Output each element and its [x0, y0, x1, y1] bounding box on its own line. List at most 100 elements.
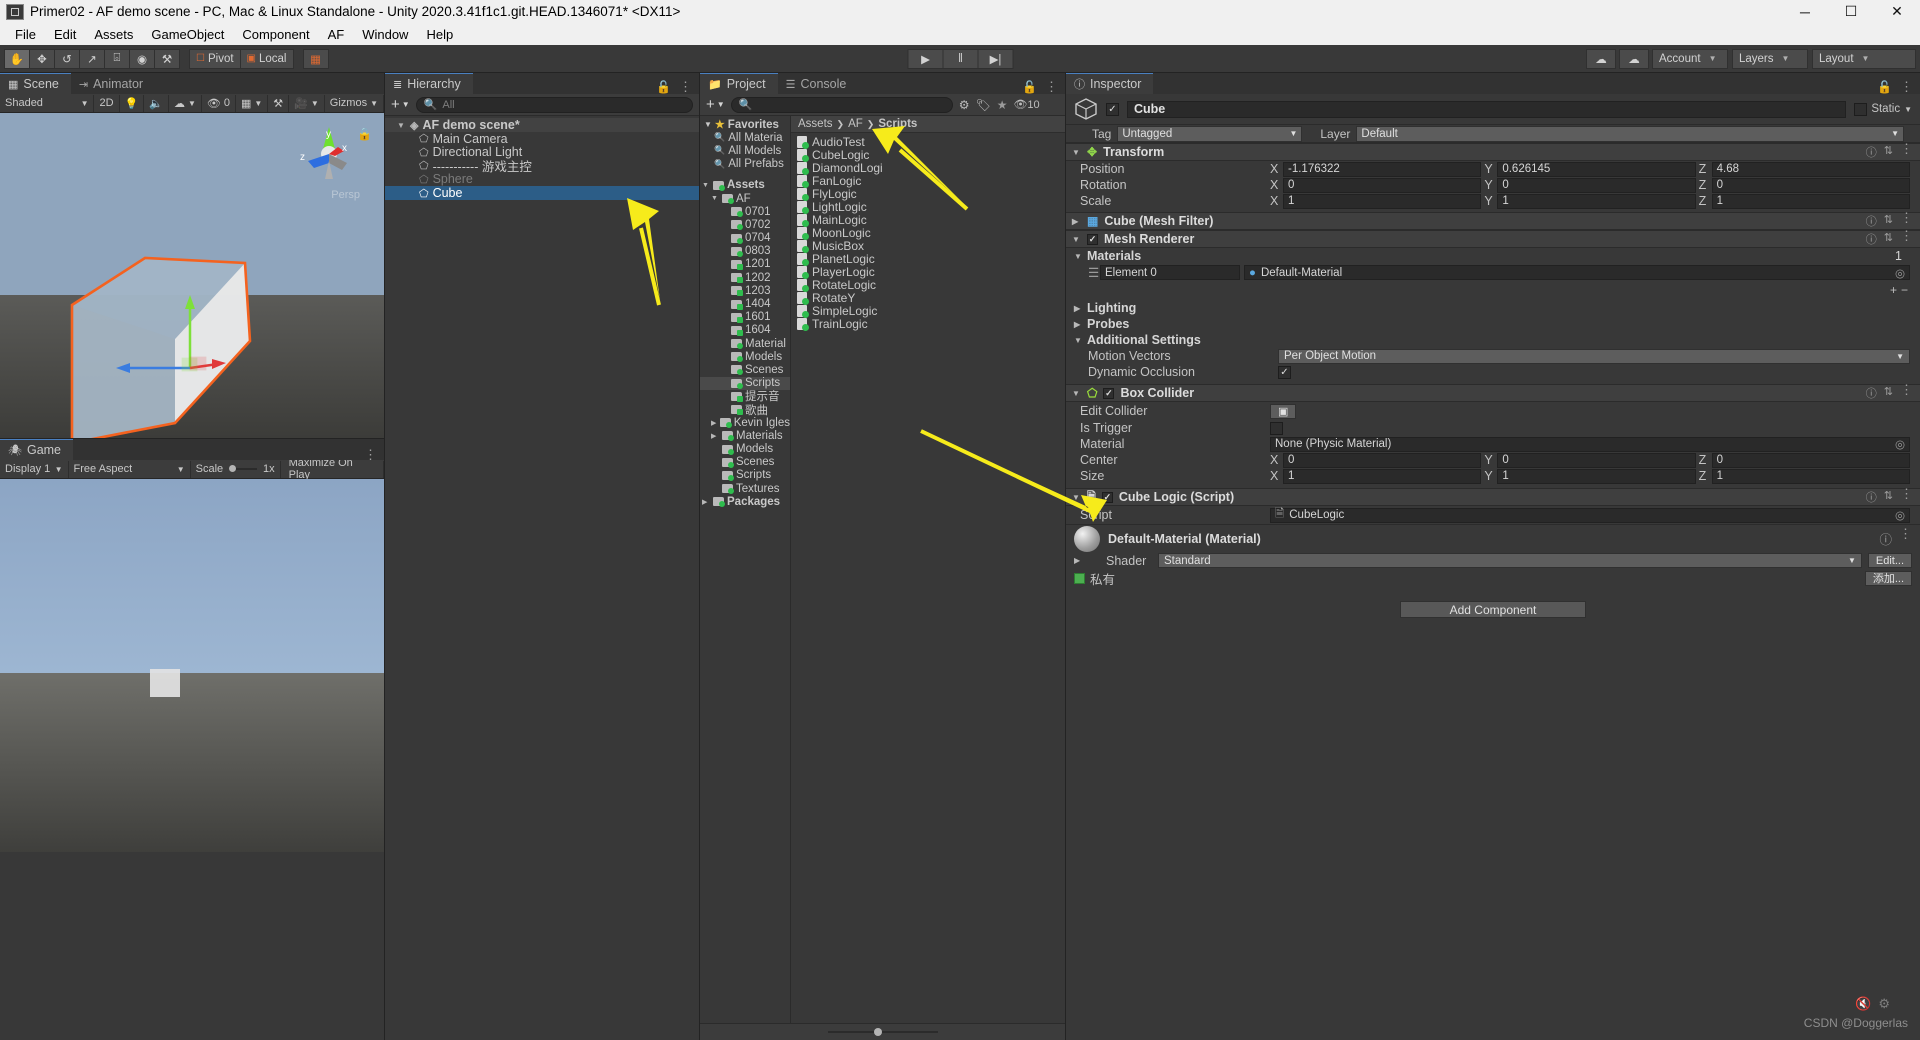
lock-icon[interactable]: 🔓: [656, 80, 671, 94]
grid-snap-icon[interactable]: ▦: [302, 48, 329, 69]
remove-material-button[interactable]: −: [1901, 283, 1908, 297]
hand-tool-icon[interactable]: ✋: [4, 48, 30, 69]
project-tree-item[interactable]: ▶ Materials: [700, 429, 790, 442]
game-panel-menu-icon[interactable]: ⋮: [364, 448, 377, 461]
rect-tool-icon[interactable]: ⌻: [104, 48, 130, 69]
preset-icon[interactable]: ⇅: [1884, 489, 1893, 505]
tab-console[interactable]: ☰ Console: [777, 73, 859, 94]
component-menu-icon[interactable]: ⋮: [1900, 487, 1913, 505]
hierarchy-item-sphere[interactable]: ⬠ Sphere: [385, 172, 699, 186]
hierarchy-menu-icon[interactable]: ⋮: [679, 80, 692, 93]
menu-item-window[interactable]: Window: [353, 25, 417, 44]
chevron-down-icon[interactable]: ▼: [1072, 389, 1081, 398]
object-picker-icon[interactable]: ◎: [1895, 508, 1905, 522]
asset-list-item[interactable]: FlyLogic: [791, 187, 1065, 201]
project-favorites-root[interactable]: ▼ ★ Favorites: [700, 118, 790, 132]
position-x-input[interactable]: -1.176322: [1283, 161, 1482, 177]
chevron-down-icon[interactable]: ▼: [1072, 235, 1081, 244]
gizmo-lock-icon[interactable]: 🔒: [357, 127, 372, 141]
project-tree-item[interactable]: 1601: [700, 311, 790, 324]
toggle-2d[interactable]: 2D: [94, 94, 120, 112]
gizmos-dropdown[interactable]: Gizmos ▼: [325, 94, 384, 112]
menu-item-gameobject[interactable]: GameObject: [142, 25, 233, 44]
tag-dropdown[interactable]: Untagged ▼: [1117, 125, 1303, 142]
play-button[interactable]: ▶: [907, 48, 944, 69]
fx-dropdown[interactable]: ☁ ▼: [169, 94, 202, 112]
project-favorite-all-prefabs[interactable]: 🔍 All Prefabs: [700, 158, 790, 171]
lock-icon[interactable]: 🔓: [1022, 80, 1037, 94]
project-tree-item[interactable]: ▶ Kevin Igles: [700, 416, 790, 429]
add-material-button[interactable]: +: [1890, 283, 1897, 297]
scene-camera-dropdown[interactable]: 🎥 ▼: [289, 94, 325, 112]
menu-item-edit[interactable]: Edit: [45, 25, 85, 44]
chevron-down-icon[interactable]: ▼: [1904, 105, 1912, 114]
chevron-down-icon[interactable]: ▼: [704, 120, 712, 129]
close-button[interactable]: ✕: [1874, 0, 1920, 23]
size-y-input[interactable]: 1: [1497, 468, 1696, 484]
scale-tool-icon[interactable]: ↗: [79, 48, 105, 69]
rotation-y-input[interactable]: 0: [1497, 177, 1696, 193]
project-tree-item[interactable]: 1604: [700, 324, 790, 337]
custom-tool-icon[interactable]: ⚒: [154, 48, 180, 69]
help-icon[interactable]: ⓘ: [1866, 385, 1877, 401]
object-name-input[interactable]: Cube: [1127, 100, 1847, 118]
asset-list-item[interactable]: PlayerLogic: [791, 265, 1065, 279]
material-menu-icon[interactable]: ⋮: [1899, 527, 1912, 548]
chevron-right-icon[interactable]: ▶: [1074, 304, 1082, 313]
project-tree-item[interactable]: Scripts: [700, 469, 790, 482]
preset-icon[interactable]: ⇅: [1884, 385, 1893, 401]
menu-item-file[interactable]: File: [6, 25, 45, 44]
hidden-objects-toggle[interactable]: 👁 0: [202, 94, 236, 112]
collab-icon[interactable]: ☁: [1586, 48, 1616, 69]
project-tree-item[interactable]: ▼ Assets: [700, 179, 790, 192]
material-element-value[interactable]: ● Default-Material ◎: [1244, 265, 1910, 280]
asset-list-item[interactable]: MoonLogic: [791, 226, 1065, 240]
draw-mode-dropdown[interactable]: Shaded ▼: [0, 94, 95, 112]
add-gameobject-button[interactable]: + ▼: [391, 96, 410, 113]
asset-list-item[interactable]: PlanetLogic: [791, 252, 1065, 266]
tab-animator[interactable]: ⇥ Animator: [70, 73, 156, 94]
tab-hierarchy[interactable]: ≣ Hierarchy: [385, 73, 473, 94]
project-tree-item[interactable]: Models: [700, 443, 790, 456]
asset-list-item[interactable]: CubeLogic: [791, 148, 1065, 162]
aspect-dropdown[interactable]: Free Aspect ▼: [69, 460, 191, 478]
hierarchy-search-input[interactable]: 🔍 All: [415, 96, 693, 113]
filter-by-type-icon[interactable]: ⚙: [959, 98, 970, 112]
scene-viewport[interactable]: y x z 🔒 Persp: [0, 113, 384, 438]
component-menu-icon[interactable]: ⋮: [1900, 211, 1913, 229]
lighting-section-header[interactable]: ▶ Lighting: [1066, 300, 1920, 316]
filter-by-label-icon[interactable]: 🏷: [975, 98, 990, 112]
hidden-packages-toggle[interactable]: 👁10: [1013, 98, 1039, 111]
project-tree-item[interactable]: 歌曲: [700, 403, 790, 417]
static-checkbox[interactable]: [1854, 102, 1868, 116]
project-tree-item[interactable]: 1203: [700, 284, 790, 297]
chevron-down-icon[interactable]: ▼: [397, 121, 406, 130]
edit-collider-button[interactable]: ▣: [1270, 403, 1297, 419]
component-menu-icon[interactable]: ⋮: [1900, 229, 1913, 247]
project-tree-item[interactable]: ▶ Packages: [700, 495, 790, 508]
asset-list-item[interactable]: RotateY: [791, 291, 1065, 305]
create-asset-button[interactable]: + ▼: [706, 96, 725, 113]
pivot-toggle[interactable]: ☐ Pivot: [189, 48, 241, 69]
maximize-on-play-toggle[interactable]: Maximize On Play: [281, 457, 384, 481]
help-icon[interactable]: ⓘ: [1879, 529, 1892, 548]
display-dropdown[interactable]: Display 1 ▼: [0, 460, 69, 478]
mesh-renderer-enabled-checkbox[interactable]: ✓: [1087, 233, 1098, 245]
object-active-checkbox[interactable]: ✓: [1106, 102, 1119, 116]
tab-inspector[interactable]: ⓘ Inspector: [1066, 73, 1154, 94]
project-tree-item[interactable]: 1201: [700, 258, 790, 271]
cloud-icon[interactable]: ☁: [1619, 48, 1649, 69]
asset-list-item[interactable]: DiamondLogi: [791, 161, 1065, 175]
chevron-down-icon[interactable]: ▼: [1072, 493, 1081, 502]
chevron-right-icon[interactable]: ▶: [711, 432, 719, 440]
move-tool-icon[interactable]: ✥: [29, 48, 55, 69]
project-tree-item[interactable]: Scenes: [700, 363, 790, 376]
help-icon[interactable]: ⓘ: [1866, 231, 1877, 247]
component-header-cube-logic[interactable]: ▼ 🗎 ✓ Cube Logic (Script) ⓘ ⇅ ⋮: [1066, 487, 1920, 506]
project-favorite-all-materials[interactable]: 🔍 All Materia: [700, 131, 790, 144]
chevron-right-icon[interactable]: ▶: [1074, 320, 1082, 329]
favorite-star-icon[interactable]: ★: [997, 98, 1008, 112]
project-search-input[interactable]: 🔍: [730, 96, 953, 113]
menu-item-help[interactable]: Help: [417, 25, 462, 44]
project-tree-item[interactable]: Material: [700, 337, 790, 350]
